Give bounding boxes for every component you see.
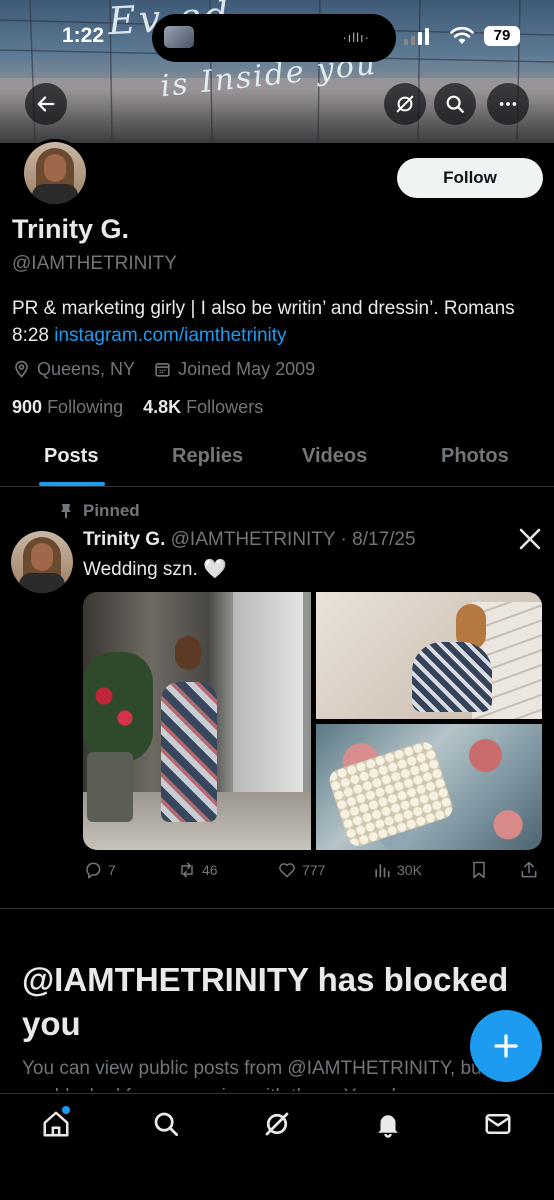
repost-button[interactable]: 46 <box>177 860 218 880</box>
post-actions: 7 46 777 30K <box>83 860 543 886</box>
followers-count: 4.8K <box>143 397 182 417</box>
photo-person-head <box>175 636 201 670</box>
post-avatar-body <box>19 573 65 593</box>
home-notification-dot <box>62 1106 70 1114</box>
tab-videos[interactable]: Videos <box>302 445 367 468</box>
reply-count: 7 <box>108 862 116 878</box>
photo-pot <box>87 752 133 822</box>
pin-icon <box>61 504 71 518</box>
follow-counts: 900 Following 4.8K Followers <box>12 397 263 418</box>
post-header: Trinity G. @IAMTHETRINITY · 8/17/25 <box>83 529 416 551</box>
photo-door <box>233 592 303 812</box>
following-label: Following <box>47 397 124 417</box>
post-author-name[interactable]: Trinity G. <box>83 529 165 550</box>
reply-button[interactable]: 7 <box>83 860 116 880</box>
profile-display-name: Trinity G. <box>12 214 130 244</box>
profile-handle: @IAMTHETRINITY <box>12 253 177 274</box>
now-playing-thumbnail <box>164 26 194 48</box>
notifications-bell-icon[interactable] <box>373 1109 403 1139</box>
views-button[interactable]: 30K <box>372 860 422 880</box>
grok-button[interactable] <box>384 83 426 125</box>
followers-link[interactable]: 4.8K Followers <box>143 397 263 417</box>
profile-location: Queens, NY <box>37 359 136 379</box>
avatar-body <box>32 184 78 204</box>
section-divider <box>0 908 554 909</box>
bookmark-icon <box>473 861 485 879</box>
profile-joined: Joined May 2009 <box>178 359 316 379</box>
explore-search-icon[interactable] <box>151 1109 181 1139</box>
photo-figure <box>412 642 492 712</box>
share-button[interactable] <box>519 860 544 880</box>
profile-tabs: Posts Replies Videos Photos <box>0 437 554 487</box>
tab-posts[interactable]: Posts <box>44 445 98 468</box>
views-icon <box>375 864 390 878</box>
bio-link[interactable]: instagram.com/iamthetrinity <box>54 325 286 346</box>
repost-count: 46 <box>202 862 218 878</box>
location-icon <box>15 360 28 378</box>
audio-wave-icon: ·ıllı· <box>342 30 370 45</box>
like-button[interactable]: 777 <box>277 860 325 880</box>
active-tab-indicator <box>39 482 105 486</box>
share-icon <box>521 861 537 878</box>
grok-nav-icon[interactable] <box>262 1109 292 1139</box>
followers-label: Followers <box>186 397 264 417</box>
status-time: 1:22 <box>62 24 105 47</box>
profile-meta: Queens, NY Joined May 2009 <box>12 359 315 380</box>
cellular-signal-icon <box>404 27 429 45</box>
avatar-face <box>44 154 66 182</box>
post-photo-1[interactable] <box>83 592 311 850</box>
post-photo-3[interactable] <box>316 724 542 850</box>
post-text: Wedding szn. 🤍 <box>83 559 227 580</box>
following-link[interactable]: 900 Following <box>12 397 123 417</box>
blocked-title: @IAMTHETRINITY has blocked you <box>22 961 509 1042</box>
back-button[interactable] <box>25 83 67 125</box>
tab-photos[interactable]: Photos <box>441 445 509 468</box>
back-arrow-icon <box>37 96 55 112</box>
plus-icon <box>494 1034 518 1058</box>
photo-flowers <box>83 652 153 762</box>
messages-mail-icon[interactable] <box>483 1109 513 1139</box>
x-logo-icon <box>519 528 541 550</box>
pinned-label: Pinned <box>83 501 140 520</box>
photo-dress <box>161 682 217 822</box>
battery-indicator: 79 <box>484 26 520 46</box>
profile-bio: PR & marketing girly | I also be writin’… <box>12 295 532 349</box>
post-media-grid[interactable] <box>83 592 542 850</box>
pinned-indicator: Pinned <box>58 501 140 521</box>
reply-icon <box>86 862 101 879</box>
post-photo-2[interactable] <box>316 592 542 719</box>
compose-post-button[interactable] <box>470 1010 542 1082</box>
grok-icon <box>396 95 414 113</box>
view-count: 30K <box>397 862 422 878</box>
follow-button[interactable]: Follow <box>397 158 543 198</box>
profile-avatar[interactable] <box>21 139 89 207</box>
post-handle-date: @IAMTHETRINITY · 8/17/25 <box>170 529 416 550</box>
search-button[interactable] <box>434 83 476 125</box>
wifi-icon <box>450 26 474 44</box>
post-author-avatar[interactable] <box>11 531 73 593</box>
following-count: 900 <box>12 397 43 417</box>
tab-replies[interactable]: Replies <box>172 445 243 468</box>
bottom-navigation <box>0 1093 554 1200</box>
avatar-photo <box>24 142 86 204</box>
dynamic-island[interactable]: ·ıllı· <box>152 14 396 62</box>
calendar-icon <box>155 363 170 377</box>
bookmark-button[interactable] <box>469 860 494 880</box>
post-avatar-face <box>31 543 53 571</box>
more-button[interactable] <box>487 83 529 125</box>
heart-icon <box>279 863 295 878</box>
repost-icon <box>181 862 193 878</box>
search-icon <box>446 95 464 113</box>
photo-pearl-clutch <box>326 738 456 850</box>
more-icon <box>499 102 517 106</box>
like-count: 777 <box>302 862 326 878</box>
